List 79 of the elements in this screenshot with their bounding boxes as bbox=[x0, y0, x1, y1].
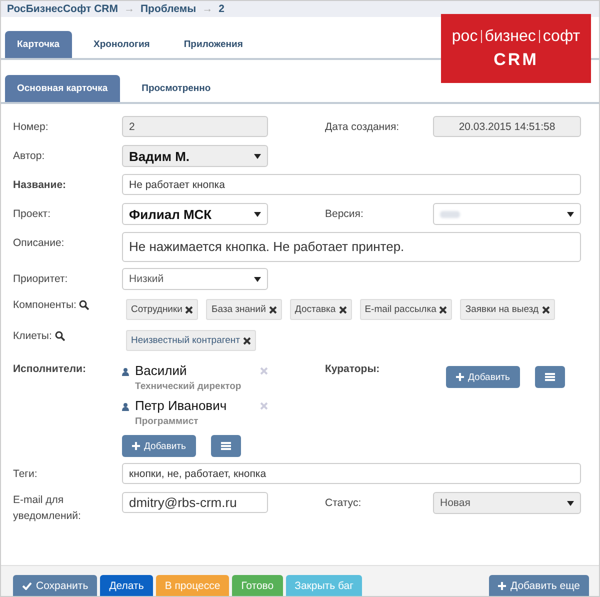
list-button[interactable] bbox=[211, 435, 241, 457]
breadcrumb-link[interactable]: РосБизнесСофт CRM bbox=[7, 3, 118, 15]
tag: Неизвестный контрагент bbox=[126, 330, 256, 351]
search-icon[interactable] bbox=[54, 331, 65, 341]
field-label: Название: bbox=[13, 178, 68, 191]
plus-icon bbox=[456, 373, 464, 381]
add-button[interactable]: Добавить bbox=[446, 366, 520, 388]
field-label: Описание: bbox=[13, 236, 66, 249]
search-icon[interactable] bbox=[79, 300, 90, 310]
field-label: Приоритет: bbox=[13, 272, 69, 285]
caret-icon bbox=[254, 276, 261, 282]
list-icon bbox=[221, 442, 231, 450]
action-button[interactable]: Сохранить bbox=[13, 575, 98, 596]
person-role: Программист bbox=[135, 416, 200, 427]
list-button[interactable] bbox=[535, 366, 565, 388]
user-icon bbox=[122, 368, 129, 376]
title-field[interactable]: Не работает кнопка bbox=[122, 174, 581, 195]
author-dropdown[interactable]: Вадим М. bbox=[122, 145, 268, 167]
remove-icon[interactable] bbox=[542, 306, 550, 314]
arrow-separator: → bbox=[202, 3, 213, 15]
logo-text: бизнес bbox=[484, 28, 536, 46]
logo-divider bbox=[480, 30, 482, 43]
add-more-button[interactable]: Добавить еще bbox=[489, 575, 589, 596]
priority-dropdown[interactable]: Низкий bbox=[122, 268, 268, 290]
field-label: Номер: bbox=[13, 120, 50, 133]
list-icon bbox=[545, 373, 555, 381]
tag: База знаний bbox=[206, 299, 282, 320]
arrow-separator: → bbox=[124, 3, 134, 15]
field-label: Дата создания: bbox=[325, 120, 400, 133]
caret-icon bbox=[567, 500, 574, 506]
plus-icon bbox=[132, 442, 140, 450]
field-label: E-mail для уведомлений: bbox=[13, 493, 82, 524]
plus-icon bbox=[498, 582, 506, 590]
person-name: Василий bbox=[135, 363, 188, 378]
description-textarea[interactable]: Не нажимается кнопка. Не работает принтер. bbox=[122, 232, 581, 262]
tab[interactable]: Приложения bbox=[172, 31, 255, 58]
tags-field[interactable]: кнопки, не, работает, кнопка bbox=[122, 463, 581, 484]
logo-text: CRM bbox=[494, 50, 538, 70]
breadcrumb-link[interactable]: Проблемы bbox=[140, 3, 196, 15]
tag: Сотрудники bbox=[126, 299, 198, 320]
number-field[interactable]: 2 bbox=[122, 116, 268, 137]
field-label: Статус: bbox=[325, 496, 362, 509]
logo-divider bbox=[538, 30, 540, 43]
remove-icon[interactable] bbox=[338, 306, 347, 314]
caret-icon bbox=[567, 212, 574, 216]
field-label: Кураторы: bbox=[325, 363, 381, 375]
add-button[interactable]: Добавить bbox=[122, 435, 196, 457]
logo-text: софт bbox=[542, 28, 580, 46]
action-button[interactable]: Делать bbox=[100, 575, 153, 596]
tab[interactable]: Карточка bbox=[5, 31, 72, 58]
user-icon bbox=[122, 403, 129, 411]
remove-icon[interactable] bbox=[185, 306, 194, 314]
person-name: Петр Иванович bbox=[135, 398, 228, 413]
remove-icon[interactable] bbox=[268, 306, 277, 314]
project-dropdown[interactable]: Филиал МСК bbox=[122, 203, 268, 225]
tag: E-mail рассылка bbox=[360, 299, 452, 320]
caret-icon bbox=[254, 212, 261, 216]
field-label: Исполнители: bbox=[13, 363, 87, 375]
field-label: Компоненты: bbox=[13, 299, 76, 311]
field-label: Проект: bbox=[13, 207, 52, 220]
check-icon bbox=[22, 582, 32, 590]
field-label: Версия: bbox=[325, 207, 364, 220]
remove-icon[interactable] bbox=[243, 336, 251, 344]
tab[interactable]: Основная карточка bbox=[5, 75, 120, 102]
person-role: Технический директор bbox=[135, 381, 242, 392]
blurred-value bbox=[440, 210, 460, 218]
field-label: Теги: bbox=[13, 467, 38, 480]
field-label: Клиеты: bbox=[13, 330, 52, 342]
tab[interactable]: Хронология bbox=[82, 31, 162, 58]
email-field[interactable]: dmitry@rbs-crm.ru bbox=[122, 492, 268, 513]
date-field[interactable]: 20.03.2015 14:51:58 bbox=[433, 116, 581, 137]
status-dropdown[interactable]: Новая bbox=[433, 492, 581, 514]
caret-icon bbox=[254, 154, 261, 158]
field-label: Автор: bbox=[13, 149, 46, 162]
remove-icon[interactable] bbox=[439, 306, 448, 314]
tag: Заявки на выезд bbox=[460, 299, 554, 320]
logo-text: рос bbox=[452, 28, 478, 46]
tag: Доставка bbox=[290, 299, 352, 320]
tab[interactable]: Просмотренно bbox=[130, 75, 223, 102]
